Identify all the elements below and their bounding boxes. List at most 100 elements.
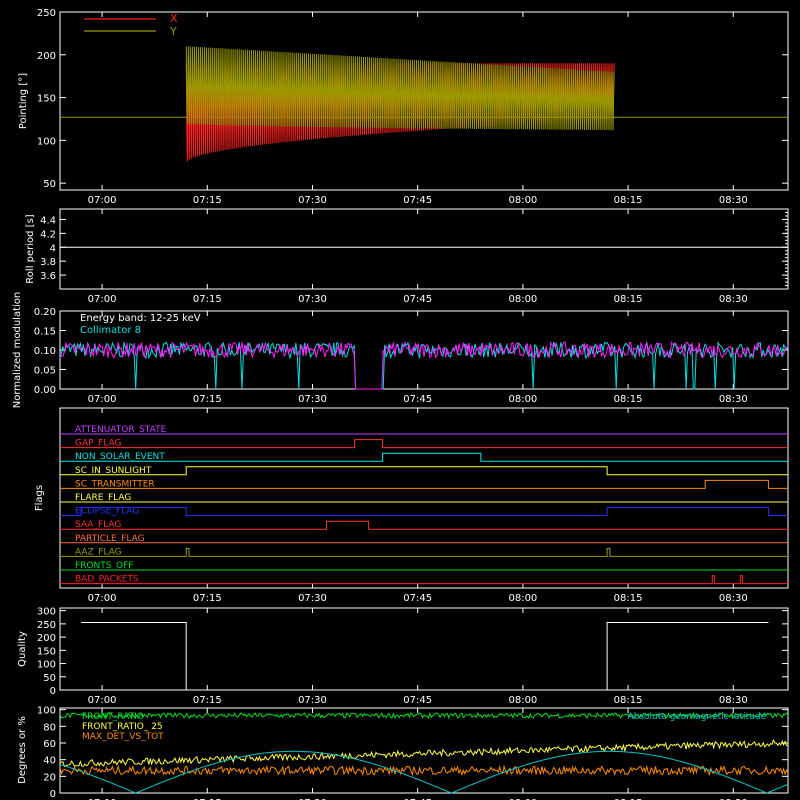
flag-trace	[60, 507, 788, 517]
modulation-panel: 07:00 07:15 07:30 07:45 08:00 08:15 08:30 0.00 0…	[12, 292, 789, 409]
x-tick-label: 07:45	[403, 695, 432, 706]
flag-trace	[60, 575, 788, 585]
y-tick-label: 250	[37, 620, 56, 631]
x-tick-label: 07:30	[298, 195, 327, 206]
max-det-line	[59, 764, 789, 777]
x-tick-label: 07:00	[88, 294, 117, 305]
modulation-ylabel: Normalized modulation	[12, 292, 23, 409]
y-tick-label: 0.00	[34, 385, 56, 396]
y-tick-label: 0.20	[34, 307, 56, 318]
x-tick-label: 07:45	[403, 593, 432, 604]
x-tick-label: 07:00	[88, 593, 117, 604]
pointing-legend: X Y	[84, 12, 178, 38]
flag-trace	[60, 547, 788, 557]
y-tick-label: 50	[43, 179, 56, 190]
x-tick-label: 07:15	[193, 195, 222, 206]
x-tick-label: 08:15	[614, 294, 643, 305]
y-tick-label: 150	[37, 646, 56, 657]
y-tick-label: 100	[37, 136, 56, 147]
x-tick-label: 08:00	[508, 394, 537, 405]
ratio-legend-maxdet: MAX_DET_VS_TOT	[82, 732, 164, 742]
x-tick-label: 08:00	[508, 294, 537, 305]
quality-line	[81, 622, 769, 691]
x-tick-label: 07:45	[403, 394, 432, 405]
y-tick-label: 80	[43, 722, 56, 733]
x-tick-label: 08:15	[614, 593, 643, 604]
y-tick-label: 0	[50, 789, 56, 800]
y-tick-label: 0.05	[34, 366, 56, 377]
legend-x-label: X	[170, 12, 178, 25]
y-tick-label: 4.4	[40, 215, 56, 226]
roll-period-panel: 07:00 07:15 07:30 07:45 08:00 08:15 08:30 3.6 3.…	[25, 208, 789, 305]
ratio-legend-front25: FRONT_RATIO_ 25	[82, 722, 163, 732]
x-tick-label: 07:15	[193, 294, 222, 305]
energy-band-annotation: Energy band: 12-25 keV	[80, 313, 201, 324]
flag-trace	[60, 466, 788, 476]
y-tick-label: 200	[37, 51, 56, 62]
x-tick-label: 08:30	[719, 195, 748, 206]
x-tick-label: 08:30	[719, 394, 748, 405]
flag-trace	[60, 439, 788, 449]
y-tick-label: 200	[37, 633, 56, 644]
y-tick-label: 0	[50, 686, 56, 697]
ratio-ylabel: Degrees or %	[17, 716, 28, 784]
y-tick-label: 250	[37, 8, 56, 19]
x-tick-label: 08:30	[719, 294, 748, 305]
quality-ylabel: Quality	[17, 631, 28, 667]
x-tick-label: 07:30	[298, 695, 327, 706]
x-tick-label: 07:30	[298, 394, 327, 405]
y-tick-label: 4.2	[40, 229, 56, 240]
x-tick-label: 08:30	[719, 593, 748, 604]
x-tick-label: 07:00	[88, 195, 117, 206]
flags-panel: 07:00 07:15 07:30 07:45 08:00 08:15 08:30ATTEN…	[34, 407, 789, 604]
x-tick-label: 07:15	[193, 695, 222, 706]
x-tick-label: 07:30	[298, 294, 327, 305]
x-tick-label: 08:30	[719, 695, 748, 706]
flag-trace	[60, 479, 788, 489]
flags-ylabel: Flags	[34, 485, 45, 511]
y-tick-label: 60	[43, 739, 56, 750]
roll-period-frame	[59, 208, 789, 290]
y-tick-label: 20	[43, 772, 56, 783]
pointing-ylabel: Pointing [°]	[18, 73, 29, 129]
ratio-legend-geomag: Absolute geomagnetic latitude	[627, 712, 766, 722]
x-tick-label: 07:15	[193, 394, 222, 405]
y-tick-label: 0.15	[34, 327, 56, 338]
y-tick-label: 100	[37, 706, 56, 717]
geomag-latitude-line	[59, 750, 789, 794]
y-tick-label: 150	[37, 94, 56, 105]
y-tick-label: 0.10	[34, 346, 56, 357]
x-tick-label: 07:00	[88, 394, 117, 405]
quality-panel: 07:00 07:15 07:30 07:45 08:00 08:15 08:30 0 50 10…	[17, 607, 789, 706]
flag-trace	[60, 452, 788, 462]
y-tick-label: 50	[43, 673, 56, 684]
legend-y-label: Y	[169, 25, 177, 38]
x-tick-label: 07:30	[298, 593, 327, 604]
stacked-time-series-figure: 07:00 07:15 07:30 07:45 08:00 08:15 08:30 50 100…	[12, 8, 789, 800]
collimator-legend-label: Collimator 8	[80, 325, 141, 336]
x-tick-label: 07:00	[88, 695, 117, 706]
y-tick-label: 40	[43, 756, 56, 767]
y-tick-label: 4	[50, 243, 56, 254]
roll-period-ylabel: Roll period [s]	[25, 214, 36, 283]
x-tick-label: 07:45	[403, 294, 432, 305]
flag-trace	[60, 520, 788, 530]
x-tick-label: 07:15	[193, 593, 222, 604]
y-tick-label: 100	[37, 660, 56, 671]
front-ratio-25-line	[59, 738, 789, 768]
y-tick-label: 3.6	[40, 271, 56, 282]
modulation-line	[59, 340, 789, 390]
quality-frame	[59, 607, 789, 691]
x-tick-label: 07:45	[403, 195, 432, 206]
ratio-legend-front: FRONT_RATIO	[82, 712, 144, 722]
x-tick-label: 08:00	[508, 195, 537, 206]
pointing-panel: 07:00 07:15 07:30 07:45 08:00 08:15 08:30 50 100…	[18, 8, 789, 206]
x-tick-label: 08:00	[508, 695, 537, 706]
y-tick-label: 3.8	[40, 257, 56, 268]
x-tick-label: 08:15	[614, 195, 643, 206]
ratio-panel: 07:0007:1507:3007:4508:0008:1508:3002040…	[17, 706, 789, 800]
y-tick-label: 300	[37, 607, 56, 618]
x-tick-label: 08:00	[508, 593, 537, 604]
x-tick-label: 08:15	[614, 695, 643, 706]
flags-frame	[59, 407, 789, 589]
